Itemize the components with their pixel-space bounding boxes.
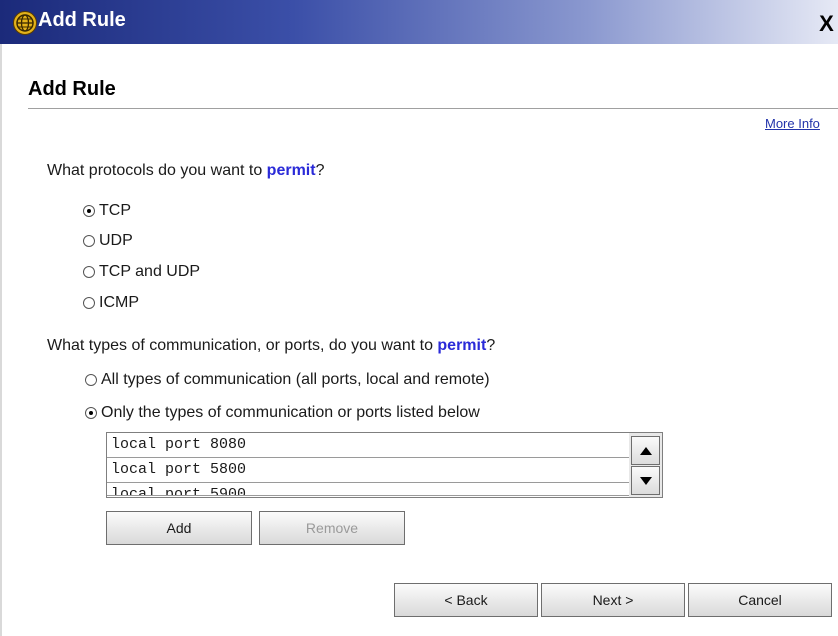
- radio-tcp-indicator[interactable]: [83, 205, 95, 217]
- list-item[interactable]: local port 8080: [107, 433, 629, 458]
- radio-all-ports-indicator[interactable]: [85, 374, 97, 386]
- radio-tcp-label: TCP: [99, 202, 131, 219]
- window-border: [0, 44, 2, 636]
- radio-listed-ports[interactable]: Only the types of communication or ports…: [85, 404, 480, 422]
- radio-all-ports[interactable]: All types of communication (all ports, l…: [85, 371, 490, 389]
- ports-question-text: What types of communication, or ports, d…: [47, 337, 438, 354]
- radio-listed-ports-label: Only the types of communication or ports…: [101, 404, 480, 421]
- page-title: Add Rule: [28, 78, 116, 100]
- remove-button[interactable]: Remove: [259, 511, 405, 545]
- add-button-label: Add: [166, 520, 192, 536]
- next-button-label: Next >: [592, 592, 634, 608]
- radio-udp[interactable]: UDP: [83, 232, 133, 250]
- divider: [28, 108, 838, 109]
- radio-tcp-and-udp[interactable]: TCP and UDP: [83, 263, 200, 281]
- radio-icmp-label: ICMP: [99, 294, 139, 311]
- radio-tcp-and-udp-label: TCP and UDP: [99, 263, 201, 280]
- cancel-button[interactable]: Cancel: [688, 583, 832, 617]
- radio-icmp[interactable]: ICMP: [83, 294, 139, 312]
- protocols-question: What protocols do you want to permit?: [47, 162, 324, 180]
- scroll-up-button[interactable]: [631, 436, 660, 465]
- ports-listbox[interactable]: local port 8080 local port 5800 local po…: [106, 432, 663, 498]
- back-button[interactable]: < Back: [394, 583, 538, 617]
- list-item[interactable]: local port 5800: [107, 458, 629, 483]
- scroll-down-button[interactable]: [631, 466, 660, 495]
- ports-question-end: ?: [486, 337, 496, 354]
- ports-question-keyword: permit: [437, 337, 487, 354]
- radio-all-ports-label: All types of communication (all ports, l…: [101, 371, 490, 388]
- triangle-down-icon: [639, 476, 652, 485]
- radio-tcp-and-udp-indicator[interactable]: [83, 266, 95, 278]
- list-item[interactable]: local port 5900: [107, 483, 629, 496]
- cancel-button-label: Cancel: [738, 592, 782, 608]
- close-button[interactable]: X: [815, 12, 838, 36]
- triangle-up-icon: [639, 446, 652, 455]
- back-button-label: < Back: [444, 592, 488, 608]
- more-info-link[interactable]: More Info: [765, 116, 820, 131]
- window-title: Add Rule: [38, 9, 126, 31]
- next-button[interactable]: Next >: [541, 583, 685, 617]
- globe-icon: [13, 11, 37, 35]
- protocols-question-text: What protocols do you want to: [47, 162, 267, 179]
- radio-icmp-indicator[interactable]: [83, 297, 95, 309]
- title-bar: Add Rule X: [0, 0, 838, 44]
- radio-tcp[interactable]: TCP: [83, 202, 131, 220]
- ports-question: What types of communication, or ports, d…: [47, 337, 495, 355]
- radio-udp-indicator[interactable]: [83, 235, 95, 247]
- radio-listed-ports-indicator[interactable]: [85, 407, 97, 419]
- radio-udp-label: UDP: [99, 232, 133, 249]
- listbox-scrollbar[interactable]: [629, 433, 662, 497]
- protocols-question-end: ?: [315, 162, 325, 179]
- remove-button-label: Remove: [305, 520, 359, 536]
- add-button[interactable]: Add: [106, 511, 252, 545]
- protocols-question-keyword: permit: [266, 162, 316, 179]
